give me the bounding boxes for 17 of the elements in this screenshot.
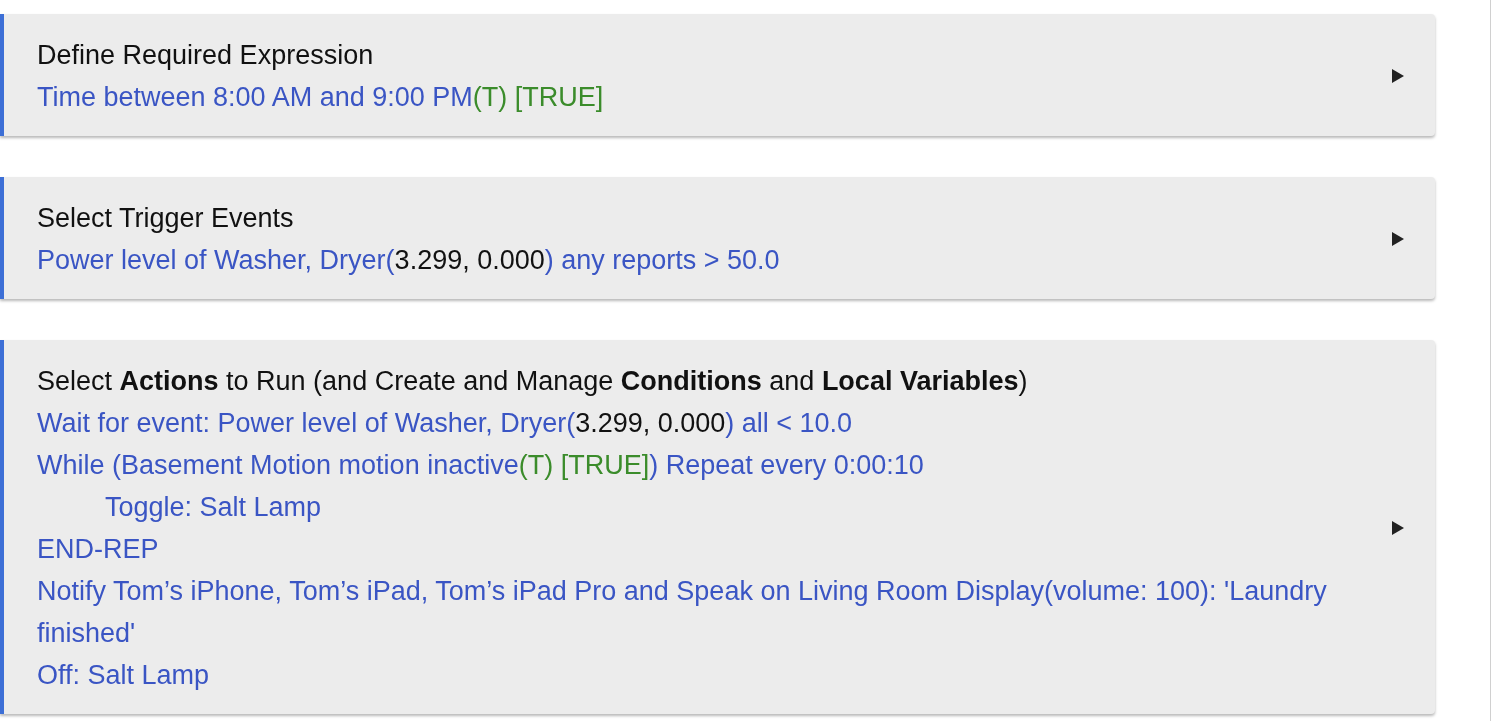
section-title: Define Required Expression	[37, 39, 375, 72]
action-line[interactable]: Off: Salt Lamp	[37, 654, 1391, 696]
action-line[interactable]: Toggle: Salt Lamp	[37, 486, 1391, 528]
expand-arrow-icon[interactable]	[1391, 69, 1405, 83]
action-line[interactable]: While (Basement Motion motion inactive(T) [TRUE]) Repeat every 0:00:10	[37, 444, 1391, 486]
section-title: Select Actions to Run (and Create and Manage Conditions and Local Variables)	[37, 365, 1029, 398]
action-line[interactable]: Power level of Washer, Dryer(3.299, 0.000) any reports > 50.0	[37, 239, 1391, 281]
card-background[interactable]: Define Required Expression Time between 8:00 AM and 9:00 PM(T) [TRUE]	[0, 14, 1435, 136]
expand-arrow-icon[interactable]	[1391, 232, 1405, 246]
card-background[interactable]: Select Trigger Events Power level of Washer, Dryer(3.299, 0.000) any reports > 50.0	[0, 177, 1435, 299]
section-title: Select Trigger Events	[37, 202, 295, 235]
card-background[interactable]	[0, 340, 1435, 714]
action-line[interactable]: END-REP	[37, 528, 1391, 570]
expand-arrow-icon[interactable]	[1391, 521, 1405, 535]
action-line[interactable]: Time between 8:00 AM and 9:00 PM(T) [TRUE]	[37, 76, 1391, 118]
action-line[interactable]: Wait for event: Power level of Washer, Dryer(3.299, 0.000) all < 10.0	[37, 402, 1391, 444]
action-line[interactable]: Notify Tom’s iPhone, Tom’s iPad, Tom’s iPad Pro and Speak on Living Room Display(volume: 100): 'Laundry finished'	[37, 570, 1391, 654]
